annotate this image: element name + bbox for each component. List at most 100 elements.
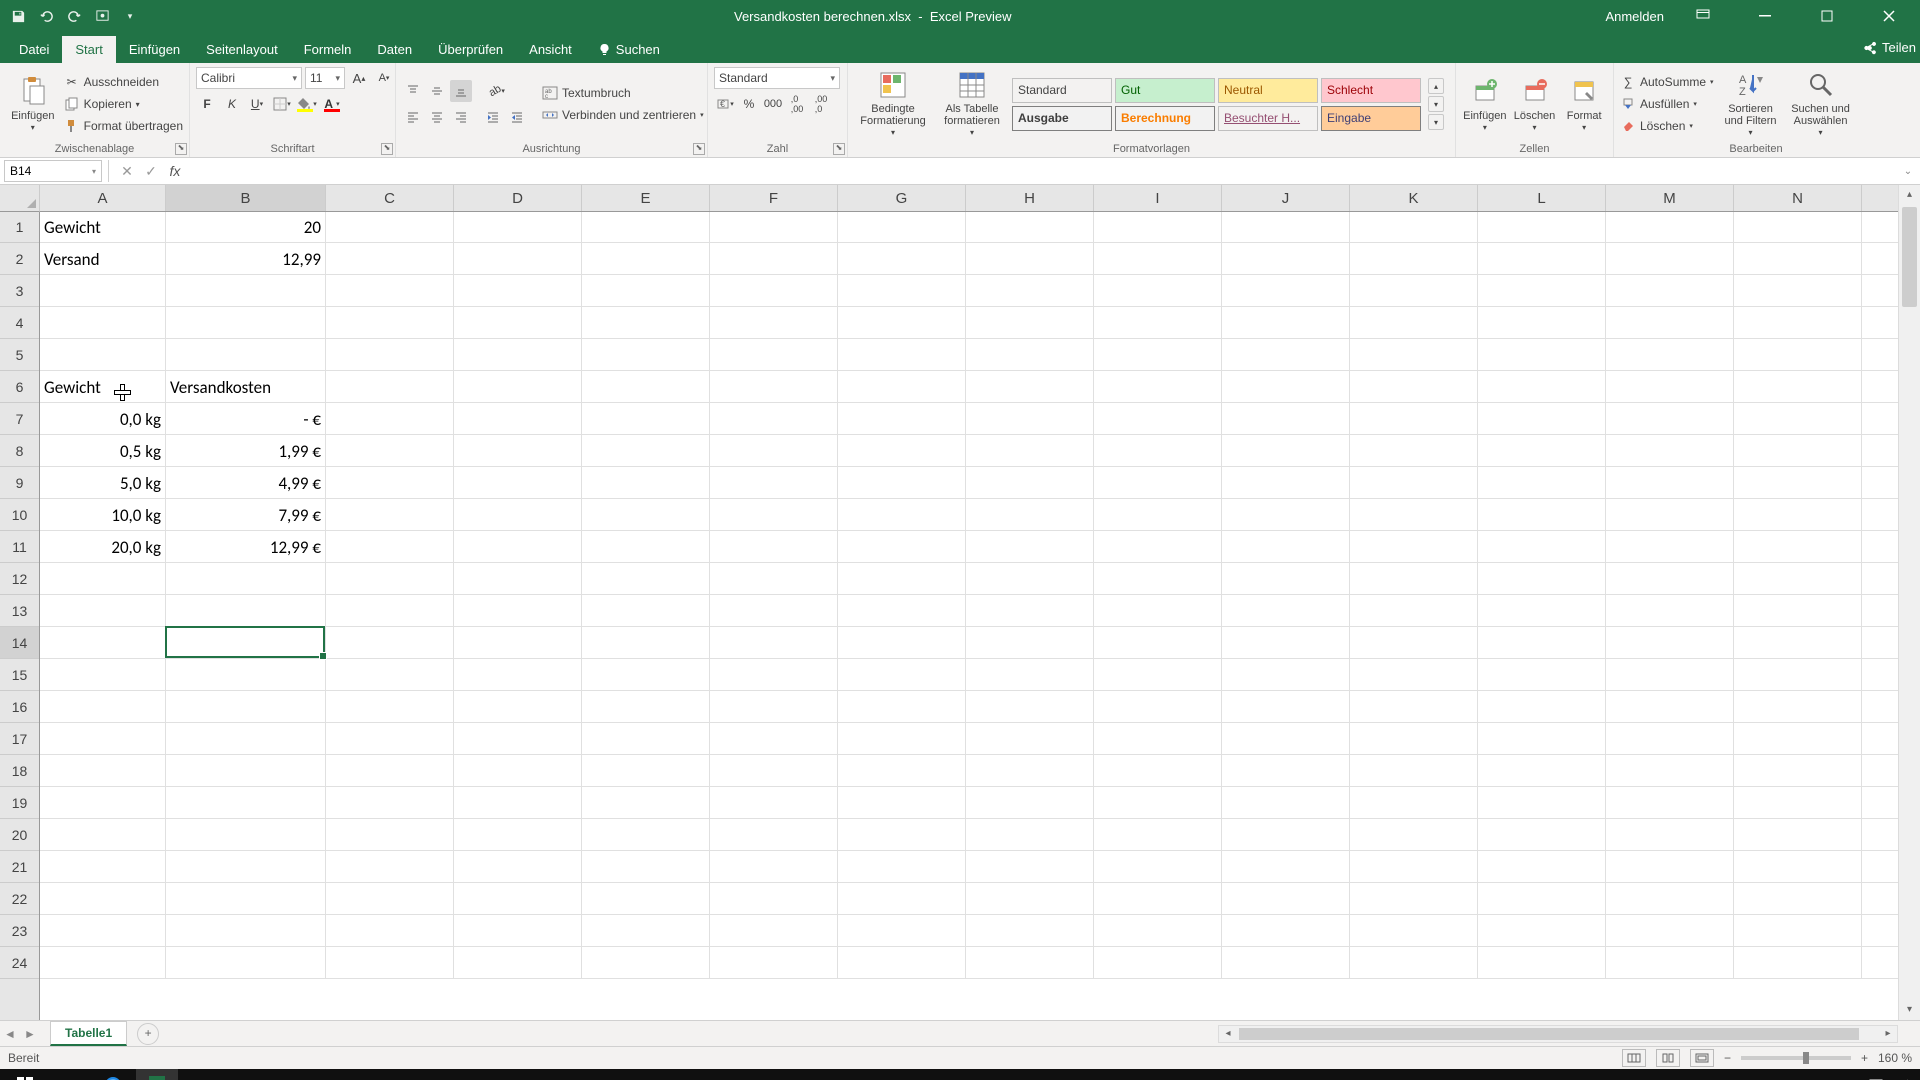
align-middle-icon[interactable] <box>426 80 448 102</box>
cell-H15[interactable] <box>966 659 1094 691</box>
cell-A11[interactable]: 20,0 kg <box>40 531 166 563</box>
cell-I17[interactable] <box>1094 723 1222 755</box>
cell-E2[interactable] <box>582 243 710 275</box>
accept-formula-icon[interactable]: ✓ <box>139 160 163 182</box>
cell-E15[interactable] <box>582 659 710 691</box>
cell-M2[interactable] <box>1606 243 1734 275</box>
cell-E20[interactable] <box>582 819 710 851</box>
cell-G17[interactable] <box>838 723 966 755</box>
cell-N15[interactable] <box>1734 659 1862 691</box>
task-excel[interactable]: X <box>136 1069 178 1080</box>
sheet-nav-next[interactable]: ► <box>20 1027 40 1041</box>
number-format-combo[interactable]: Standard▾ <box>714 67 840 89</box>
cell-C4[interactable] <box>326 307 454 339</box>
cell-G10[interactable] <box>838 499 966 531</box>
cell-A6[interactable]: Gewicht <box>40 371 166 403</box>
tab-ueberpruefen[interactable]: Überprüfen <box>425 36 516 63</box>
cell-J11[interactable] <box>1222 531 1350 563</box>
cell-A18[interactable] <box>40 755 166 787</box>
cell-N7[interactable] <box>1734 403 1862 435</box>
cell-H13[interactable] <box>966 595 1094 627</box>
cell-H6[interactable] <box>966 371 1094 403</box>
font-size-combo[interactable]: 11▾ <box>305 67 345 89</box>
cell-M23[interactable] <box>1606 915 1734 947</box>
cell-N13[interactable] <box>1734 595 1862 627</box>
cell-B1[interactable]: 20 <box>166 212 326 243</box>
cell-B12[interactable] <box>166 563 326 595</box>
tab-formeln[interactable]: Formeln <box>291 36 365 63</box>
cell-H12[interactable] <box>966 563 1094 595</box>
cell-G18[interactable] <box>838 755 966 787</box>
cell-K22[interactable] <box>1350 883 1478 915</box>
cell-E24[interactable] <box>582 947 710 979</box>
view-page-layout-icon[interactable] <box>1656 1049 1680 1067</box>
close-icon[interactable] <box>1866 0 1912 32</box>
cell-B14[interactable] <box>166 627 326 659</box>
cell-G22[interactable] <box>838 883 966 915</box>
cell-K20[interactable] <box>1350 819 1478 851</box>
cell-A7[interactable]: 0,0 kg <box>40 403 166 435</box>
cell-G1[interactable] <box>838 212 966 243</box>
cell-L5[interactable] <box>1478 339 1606 371</box>
cell-L1[interactable] <box>1478 212 1606 243</box>
percent-icon[interactable]: % <box>738 93 760 115</box>
clipboard-launcher[interactable]: ⬊ <box>175 143 187 155</box>
cell-J12[interactable] <box>1222 563 1350 595</box>
cell-G3[interactable] <box>838 275 966 307</box>
cell-A10[interactable]: 10,0 kg <box>40 499 166 531</box>
cell-F20[interactable] <box>710 819 838 851</box>
cell-D13[interactable] <box>454 595 582 627</box>
touch-mode-icon[interactable] <box>92 6 112 26</box>
cell-K1[interactable] <box>1350 212 1478 243</box>
cell-F10[interactable] <box>710 499 838 531</box>
cell-F19[interactable] <box>710 787 838 819</box>
cell-N6[interactable] <box>1734 371 1862 403</box>
sheet-tab-active[interactable]: Tabelle1 <box>50 1021 127 1046</box>
spreadsheet-grid[interactable]: ABCDEFGHIJKLMN 1234567891011121314151617… <box>0 185 1920 1020</box>
align-center-icon[interactable] <box>426 106 448 128</box>
row-header-15[interactable]: 15 <box>0 659 39 691</box>
cell-F7[interactable] <box>710 403 838 435</box>
col-header-K[interactable]: K <box>1350 185 1478 211</box>
cell-J18[interactable] <box>1222 755 1350 787</box>
cell-A1[interactable]: Gewicht <box>40 212 166 243</box>
cell-D1[interactable] <box>454 212 582 243</box>
cell-K14[interactable] <box>1350 627 1478 659</box>
cell-A20[interactable] <box>40 819 166 851</box>
grow-font-icon[interactable]: A▴ <box>348 67 370 89</box>
cell-A5[interactable] <box>40 339 166 371</box>
fx-icon[interactable]: fx <box>163 160 187 182</box>
cell-M4[interactable] <box>1606 307 1734 339</box>
cell-F3[interactable] <box>710 275 838 307</box>
cell-G23[interactable] <box>838 915 966 947</box>
cell-M21[interactable] <box>1606 851 1734 883</box>
cell-N14[interactable] <box>1734 627 1862 659</box>
cell-B6[interactable]: Versandkosten <box>166 371 326 403</box>
cell-J7[interactable] <box>1222 403 1350 435</box>
cell-F17[interactable] <box>710 723 838 755</box>
cell-F22[interactable] <box>710 883 838 915</box>
cell-G24[interactable] <box>838 947 966 979</box>
cell-G5[interactable] <box>838 339 966 371</box>
cell-K5[interactable] <box>1350 339 1478 371</box>
row-header-21[interactable]: 21 <box>0 851 39 883</box>
cell-L24[interactable] <box>1478 947 1606 979</box>
cell-K8[interactable] <box>1350 435 1478 467</box>
cell-N19[interactable] <box>1734 787 1862 819</box>
cell-A4[interactable] <box>40 307 166 339</box>
cell-A14[interactable] <box>40 627 166 659</box>
underline-button[interactable]: U▾ <box>246 93 268 115</box>
zoom-slider[interactable] <box>1741 1056 1851 1060</box>
cell-K18[interactable] <box>1350 755 1478 787</box>
row-header-20[interactable]: 20 <box>0 819 39 851</box>
cell-K15[interactable] <box>1350 659 1478 691</box>
bold-button[interactable]: F <box>196 93 218 115</box>
styles-scroll-down[interactable]: ▾ <box>1428 96 1444 112</box>
cell-A17[interactable] <box>40 723 166 755</box>
cell-E12[interactable] <box>582 563 710 595</box>
tell-me-search[interactable]: Suchen <box>585 36 673 63</box>
col-header-E[interactable]: E <box>582 185 710 211</box>
tab-datei[interactable]: Datei <box>6 36 62 63</box>
tab-seitenlayout[interactable]: Seitenlayout <box>193 36 291 63</box>
cell-N10[interactable] <box>1734 499 1862 531</box>
